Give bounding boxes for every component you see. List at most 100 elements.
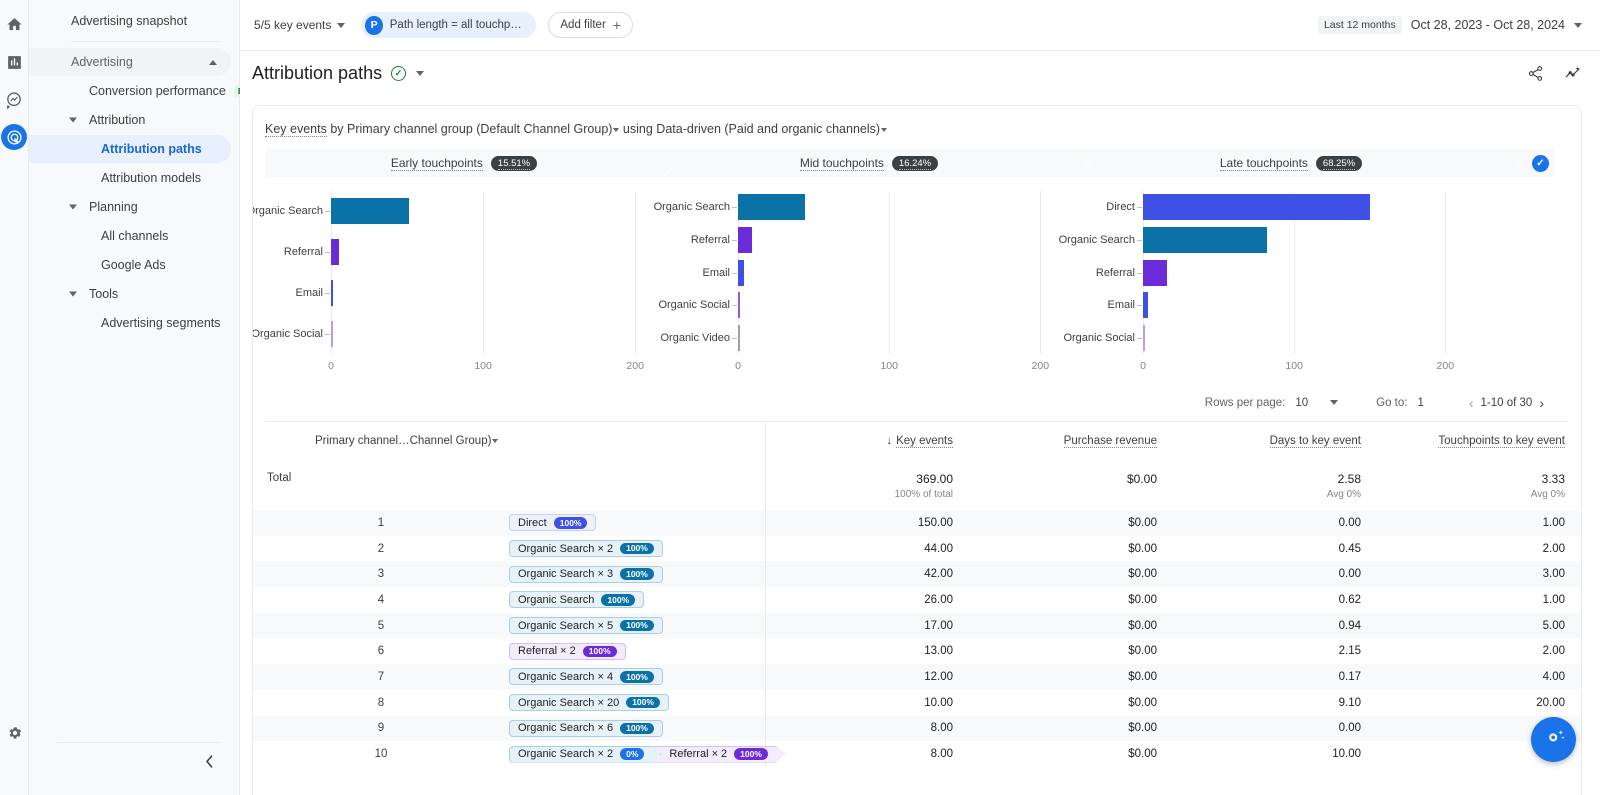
table-row[interactable]: 3 Organic Search × 3 100% 42.00 $0.00 0.00 3.0… bbox=[253, 561, 1581, 588]
path-chip[interactable]: Organic Search × 20 100% bbox=[509, 694, 669, 712]
chart-x-axis: 0 100 200 bbox=[735, 354, 1063, 376]
chart-bar-row: Referral bbox=[691, 226, 752, 253]
chart-axis-tick bbox=[1137, 239, 1142, 241]
settings-gear-icon[interactable] bbox=[1, 719, 29, 747]
table-row[interactable]: 4 Organic Search 100% 26.00 $0.00 0.62 1.00 bbox=[253, 587, 1581, 613]
chart-bar[interactable] bbox=[738, 226, 752, 253]
model-selector[interactable]: Data-driven (Paid and organic channels) bbox=[656, 122, 880, 136]
row-path-cell: Organic Search × 5 100% bbox=[509, 612, 766, 639]
chart-bar[interactable] bbox=[738, 194, 805, 221]
sidebar-item-attribution[interactable]: Attribution bbox=[29, 106, 231, 134]
table-row[interactable]: 5 Organic Search × 5 100% 17.00 $0.00 0.94 5.0… bbox=[253, 612, 1581, 639]
table-row[interactable]: 7 Organic Search × 4 100% 12.00 $0.00 0.17 4.0… bbox=[253, 664, 1581, 690]
chart-category-label: Organic Social bbox=[1063, 331, 1135, 344]
chart-axis-tick bbox=[325, 333, 330, 335]
row-touchpoints-to-key-event: 1.00 bbox=[1542, 593, 1565, 606]
row-touchpoints-to-key-event: 2.00 bbox=[1542, 542, 1565, 555]
chart-bar[interactable] bbox=[331, 239, 339, 266]
advertising-icon[interactable] bbox=[1, 124, 27, 150]
path-chip[interactable]: Organic Search × 3 100% bbox=[509, 565, 663, 583]
sidebar-item-tools[interactable]: Tools bbox=[29, 280, 231, 308]
sidebar-item-conversion-performance[interactable]: Conversion performance BETA bbox=[29, 77, 266, 105]
chevron-down-icon[interactable] bbox=[613, 127, 620, 132]
add-filter-button[interactable]: Add filter + bbox=[548, 12, 633, 38]
insights-icon[interactable] bbox=[1564, 65, 1582, 82]
table-row[interactable]: 10 Organic Search × 2 0% Referral × 2 100% 8.… bbox=[253, 741, 1581, 767]
table-row[interactable]: 1 Direct 100% 150.00 $0.00 0.00 1.00 bbox=[253, 510, 1581, 536]
main-content: 5/5 key events P Path length = all touch… bbox=[240, 0, 1600, 795]
sidebar-item-all-channels[interactable]: All channels bbox=[29, 222, 231, 250]
path-chip[interactable]: Direct 100% bbox=[509, 514, 597, 532]
chevron-down-icon bbox=[337, 22, 346, 28]
step-late-touchpoints[interactable]: Late touchpoints 68.25% bbox=[1075, 149, 1522, 177]
path-chip[interactable]: Organic Search × 4 100% bbox=[509, 668, 663, 686]
sidebar-item-attribution-models[interactable]: Attribution models bbox=[29, 164, 231, 192]
gemini-assistant-button[interactable] bbox=[1531, 717, 1576, 762]
metric-selector[interactable]: Key events bbox=[265, 122, 327, 137]
path-chip[interactable]: Organic Search 100% bbox=[509, 591, 645, 609]
chart-bar[interactable] bbox=[1143, 194, 1370, 221]
path-chip[interactable]: Organic Search × 2 0% bbox=[509, 746, 661, 763]
table-row[interactable]: 2 Organic Search × 2 100% 44.00 $0.00 0.45 2.0… bbox=[253, 535, 1581, 562]
sidebar-item-advertising-snapshot[interactable]: Advertising snapshot bbox=[29, 7, 231, 35]
table-row[interactable]: 8 Organic Search × 20 100% 10.00 $0.00 9.10 20… bbox=[253, 689, 1581, 716]
column-header-key-events[interactable]: ↓ Key events bbox=[765, 422, 969, 460]
table-row[interactable]: 6 Referral × 2 100% 13.00 $0.00 2.15 2.00 bbox=[253, 638, 1581, 665]
chart-plot-area: Organic Search Referral Email Organic Socia… bbox=[654, 191, 1063, 354]
chevron-down-icon[interactable] bbox=[416, 70, 425, 76]
sidebar-group-advertising[interactable]: Advertising bbox=[29, 48, 231, 76]
column-header-purchase-revenue[interactable]: Purchase revenue bbox=[969, 422, 1173, 460]
path-chip[interactable]: Organic Search × 2 100% bbox=[509, 540, 663, 558]
path-chip[interactable]: Organic Search × 5 100% bbox=[509, 617, 663, 635]
rows-per-page-select[interactable]: 10 bbox=[1295, 397, 1339, 409]
chart-bar[interactable] bbox=[1143, 292, 1148, 319]
sidebar-item-planning[interactable]: Planning bbox=[29, 193, 231, 221]
dimension-selector[interactable]: Primary channel group (Default Channel G… bbox=[347, 122, 612, 136]
filter-chip-path-length[interactable]: P Path length = all touchpoin… bbox=[361, 12, 537, 38]
chart-bar-row: Email bbox=[295, 279, 333, 306]
chart-bar[interactable] bbox=[331, 279, 333, 306]
chart-bar[interactable] bbox=[1143, 226, 1267, 253]
row-key-events: 26.00 bbox=[924, 593, 953, 606]
chart-bar[interactable] bbox=[738, 292, 740, 319]
table-row[interactable]: 9Organic Search × 6100%8.00$0.000.006.00 bbox=[253, 715, 1581, 742]
sidebar-item-advertising-segments[interactable]: Advertising segments bbox=[29, 309, 231, 337]
path-chip[interactable]: Referral × 2 100% bbox=[509, 642, 626, 660]
chart-gridline bbox=[483, 191, 485, 354]
chart-bar[interactable] bbox=[1143, 259, 1168, 286]
share-icon[interactable] bbox=[1527, 65, 1544, 82]
chevron-down-icon[interactable] bbox=[881, 127, 888, 132]
collapse-sidebar-button[interactable] bbox=[197, 749, 221, 773]
goto-input[interactable]: 1 bbox=[1417, 397, 1423, 409]
column-header-days-to-key-event[interactable]: Days to key event bbox=[1173, 422, 1377, 460]
top-toolbar: 5/5 key events P Path length = all touch… bbox=[240, 0, 1600, 51]
chart-bar[interactable] bbox=[331, 198, 409, 225]
table-body: 1 Direct 100% 150.00 $0.00 0.00 1.00 2 Organic S… bbox=[253, 510, 1581, 767]
reports-icon[interactable] bbox=[0, 48, 28, 76]
chevron-down-icon bbox=[69, 117, 77, 123]
home-icon[interactable] bbox=[0, 10, 28, 38]
step-mid-touchpoints[interactable]: Mid touchpoints 16.24% bbox=[663, 149, 1090, 177]
chart-bar[interactable] bbox=[331, 320, 333, 347]
explore-icon[interactable] bbox=[0, 86, 28, 114]
row-path-cell: Organic Search × 20 100% bbox=[509, 689, 766, 716]
row-path-cell: Organic Search × 3 100% bbox=[509, 561, 766, 588]
key-events-selector[interactable]: 5/5 key events bbox=[252, 14, 349, 36]
path-chip[interactable]: Referral × 2 100% bbox=[652, 746, 785, 763]
column-header-dimension[interactable]: Primary channel…Channel Group) bbox=[253, 422, 766, 460]
path-chip-percent: 100% bbox=[582, 645, 617, 658]
date-range-picker[interactable]: Last 12 months Oct 28, 2023 - Oct 28, 20… bbox=[1317, 16, 1582, 34]
chart-bar[interactable] bbox=[738, 259, 745, 286]
step-early-touchpoints[interactable]: Early touchpoints 15.51% bbox=[265, 149, 678, 177]
next-page-button[interactable]: › bbox=[1532, 395, 1551, 411]
data-quality-check-icon[interactable]: ✓ bbox=[391, 65, 407, 81]
sidebar-item-attribution-paths[interactable]: Attribution paths bbox=[29, 135, 231, 163]
column-header-touchpoints-to-key-event[interactable]: Touchpoints to key event bbox=[1377, 422, 1581, 460]
path-chip[interactable]: Organic Search × 6 100% bbox=[509, 719, 663, 737]
prev-page-button[interactable]: ‹ bbox=[1462, 395, 1481, 411]
attribution-paths-card: Key events by Primary channel group (Def… bbox=[252, 105, 1582, 795]
sidebar-item-google-ads[interactable]: Google Ads bbox=[29, 251, 231, 279]
key-events-selector-label: 5/5 key events bbox=[254, 18, 332, 32]
chart-bar[interactable] bbox=[738, 324, 740, 351]
chart-bar[interactable] bbox=[1143, 324, 1145, 351]
